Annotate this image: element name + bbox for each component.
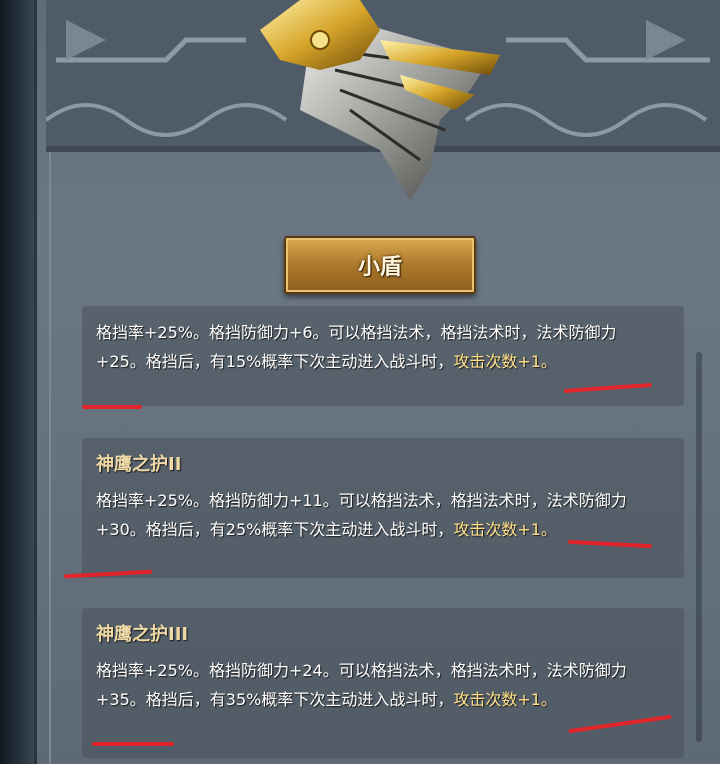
effect-card-level-3: 神鹰之护III 格挡率+25%。格挡防御力+24。可以格挡法术，格挡法术时，法术… xyxy=(82,608,684,758)
item-name-plate: 小盾 xyxy=(284,236,476,294)
golden-wing-shield-icon xyxy=(260,0,500,200)
effect-heading: 神鹰之护II xyxy=(96,454,182,475)
left-frame xyxy=(0,0,34,764)
effect-description: 格挡率+25%。格挡防御力+11。可以格挡法术，格挡法术时，法术防御力+30。格… xyxy=(96,486,664,544)
annotation-underline xyxy=(92,742,174,746)
scrollbar[interactable] xyxy=(696,352,702,742)
effect-text-tail: 攻击次数+1。 xyxy=(453,520,557,539)
annotation-underline xyxy=(82,405,142,409)
effect-text-tail: 攻击次数+1。 xyxy=(453,352,557,371)
effect-description: 格挡率+25%。格挡防御力+6。可以格挡法术，格挡法术时，法术防御力+25。格挡… xyxy=(96,318,664,376)
effect-description: 格挡率+25%。格挡防御力+24。可以格挡法术，格挡法术时，法术防御力+35。格… xyxy=(96,656,664,714)
effect-card-level-2: 神鹰之护II 格挡率+25%。格挡防御力+11。可以格挡法术，格挡法术时，法术防… xyxy=(82,438,684,578)
effect-text-tail: 攻击次数+1。 xyxy=(453,690,557,709)
effect-heading: 神鹰之护III xyxy=(96,624,189,645)
item-name: 小盾 xyxy=(357,255,402,280)
